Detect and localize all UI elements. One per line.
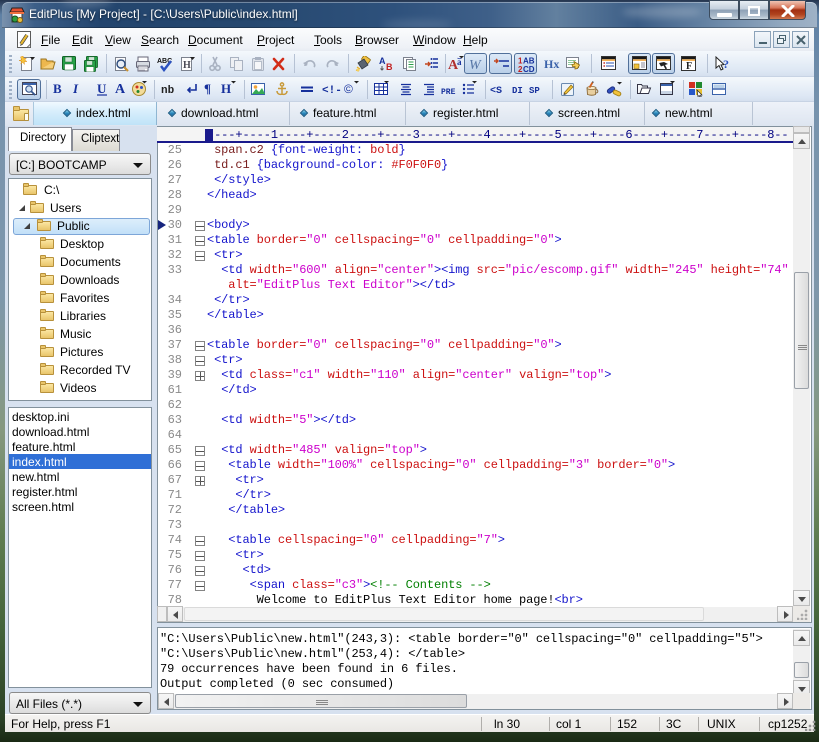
svg-text:F: F bbox=[686, 61, 692, 72]
svg-text:B: B bbox=[53, 81, 62, 96]
svg-text:?: ? bbox=[723, 57, 729, 71]
svg-text:I: I bbox=[73, 81, 79, 96]
svg-text:A: A bbox=[379, 56, 386, 66]
svg-text:B: B bbox=[386, 62, 393, 72]
svg-text:U: U bbox=[97, 81, 107, 96]
svg-text:<S: <S bbox=[490, 86, 502, 97]
svg-text:©: © bbox=[344, 82, 353, 96]
svg-text:H: H bbox=[221, 81, 231, 96]
svg-text:<!-: <!- bbox=[322, 85, 342, 97]
svg-text:nb: nb bbox=[161, 85, 175, 97]
svg-text:W: W bbox=[469, 58, 482, 72]
svg-text:H: H bbox=[183, 60, 191, 71]
svg-text:SP: SP bbox=[529, 86, 540, 96]
svg-text:CD: CD bbox=[523, 65, 535, 72]
svg-text:DI: DI bbox=[512, 86, 523, 96]
svg-text:A: A bbox=[115, 82, 126, 97]
svg-text:PRE: PRE bbox=[441, 88, 456, 97]
svg-text:¶: ¶ bbox=[204, 81, 211, 96]
svg-text:Hx: Hx bbox=[544, 57, 559, 71]
